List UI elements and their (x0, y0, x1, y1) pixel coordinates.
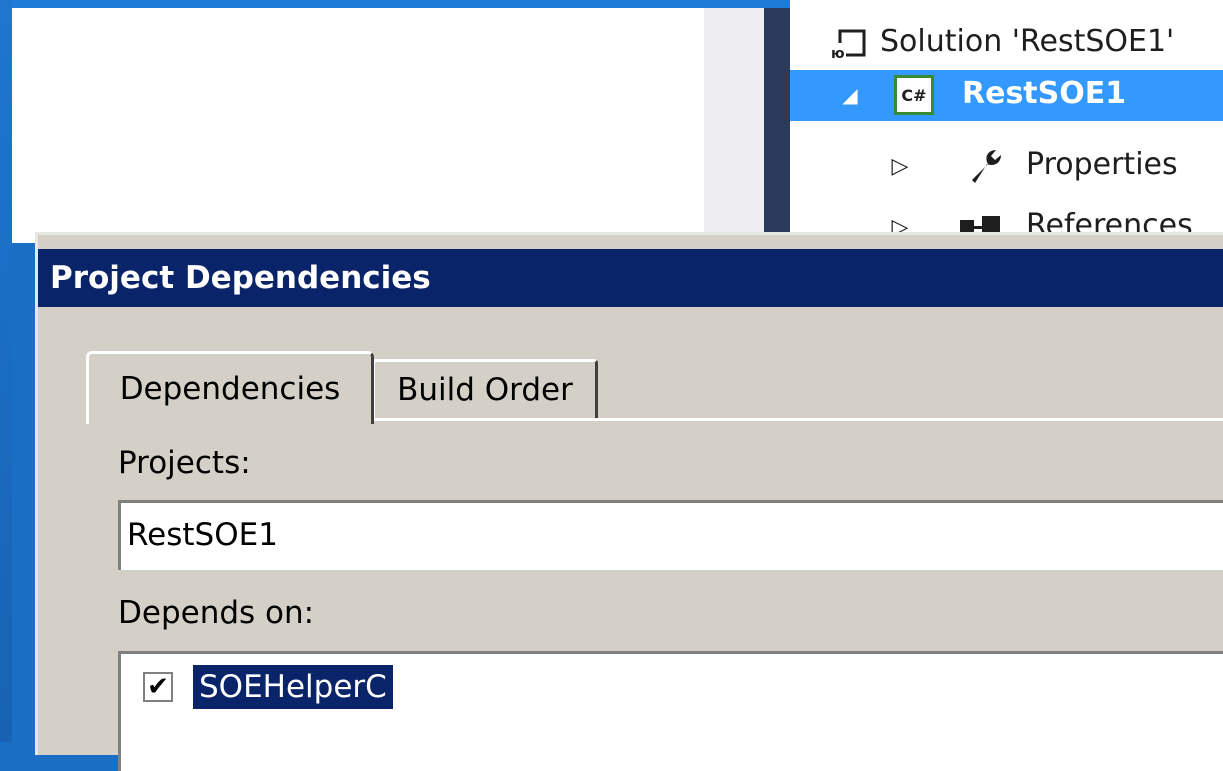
project-node-label: RestSOE1 (962, 76, 1127, 111)
dialog-title-bar[interactable]: Project Dependencies (38, 249, 1223, 307)
code-editor-area (12, 8, 704, 243)
wrench-icon (966, 147, 1004, 185)
desktop-background-left (0, 0, 12, 742)
collapse-arrow-icon[interactable]: ◢ (838, 82, 862, 108)
projects-label: Projects: (118, 445, 251, 481)
project-node-restsoe1[interactable]: ◢ C# RestSOE1 (790, 70, 1223, 121)
solution-node[interactable]: ю Solution 'RestSOE1' (790, 18, 1223, 69)
tab-build-order-label: Build Order (397, 372, 573, 408)
projects-dropdown[interactable]: RestSOE1 (118, 500, 1223, 570)
expand-arrow-icon[interactable]: ▷ (888, 151, 912, 181)
solution-explorer: ю Solution 'RestSOE1' ◢ C# RestSOE1 ▷ Pr… (790, 0, 1223, 243)
dependency-checkbox[interactable]: ✔ (143, 672, 173, 702)
visual-studio-solution-icon: ю (830, 26, 866, 62)
tab-dependencies-label: Dependencies (119, 371, 341, 407)
depends-on-list[interactable]: ✔ SOEHelperC (118, 651, 1223, 771)
properties-node-label: Properties (1026, 147, 1178, 182)
dependency-item-label[interactable]: SOEHelperC (193, 665, 393, 709)
tab-build-order[interactable]: Build Order (372, 359, 598, 418)
projects-selected-value: RestSOE1 (127, 517, 278, 553)
pane-splitter[interactable] (764, 8, 790, 243)
properties-node[interactable]: ▷ Properties (790, 141, 1223, 192)
dialog-title: Project Dependencies (50, 260, 431, 296)
svg-text:ю: ю (831, 46, 845, 61)
project-dependencies-dialog: Project Dependencies Dependencies Build … (35, 232, 1223, 771)
depends-on-label: Depends on: (118, 595, 315, 631)
editor-scroll-margin (704, 8, 764, 243)
csharp-project-icon: C# (894, 75, 934, 115)
solution-node-label: Solution 'RestSOE1' (880, 24, 1175, 59)
tab-dependencies[interactable]: Dependencies (86, 351, 374, 424)
